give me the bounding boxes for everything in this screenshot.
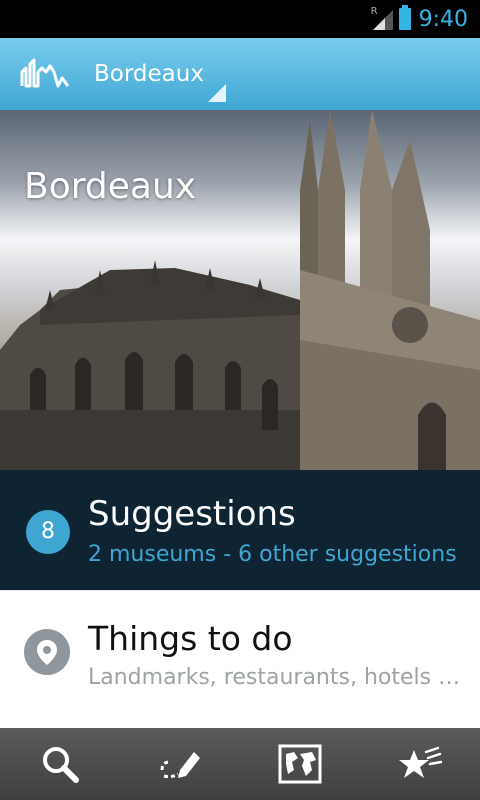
itinerary-pencil-icon [160, 752, 200, 779]
city-spinner[interactable]: Bordeaux [94, 38, 234, 110]
city-skyline-logo-icon[interactable] [20, 58, 70, 90]
search-tab[interactable] [30, 734, 90, 794]
status-bar: R 9:40 [0, 0, 480, 38]
location-pin-icon [24, 629, 70, 675]
spinner-triangle-icon [208, 84, 226, 102]
favorites-stars-icon [399, 746, 442, 778]
suggestions-row[interactable]: 8 Suggestions 2 museums - 6 other sugges… [0, 470, 480, 590]
cathedral-illustration [0, 110, 480, 470]
suggestions-title: Suggestions [88, 494, 296, 534]
battery-icon [398, 5, 411, 30]
city-spinner-label: Bordeaux [94, 61, 204, 87]
itinerary-tab[interactable] [150, 734, 210, 794]
signal-icon: R [370, 6, 393, 30]
things-to-do-subtitle: Landmarks, restaurants, hotels … [88, 665, 461, 690]
things-to-do-title: Things to do [88, 619, 293, 658]
suggestions-subtitle: 2 museums - 6 other suggestions [88, 542, 457, 567]
hero-title: Bordeaux [24, 166, 197, 207]
things-to-do-row[interactable]: Things to do Landmarks, restaurants, hot… [0, 590, 480, 715]
list-divider [0, 712, 480, 729]
bottom-nav-bar [0, 728, 480, 800]
search-icon [43, 747, 79, 783]
map-tab[interactable] [270, 734, 330, 794]
world-map-icon [278, 744, 322, 784]
suggestions-count-badge: 8 [26, 510, 70, 554]
hero-image[interactable]: Bordeaux [0, 110, 480, 470]
action-bar: Bordeaux [0, 38, 480, 112]
roaming-indicator: R [370, 6, 378, 17]
clock: 9:40 [418, 6, 468, 32]
favorites-tab[interactable] [390, 734, 450, 794]
